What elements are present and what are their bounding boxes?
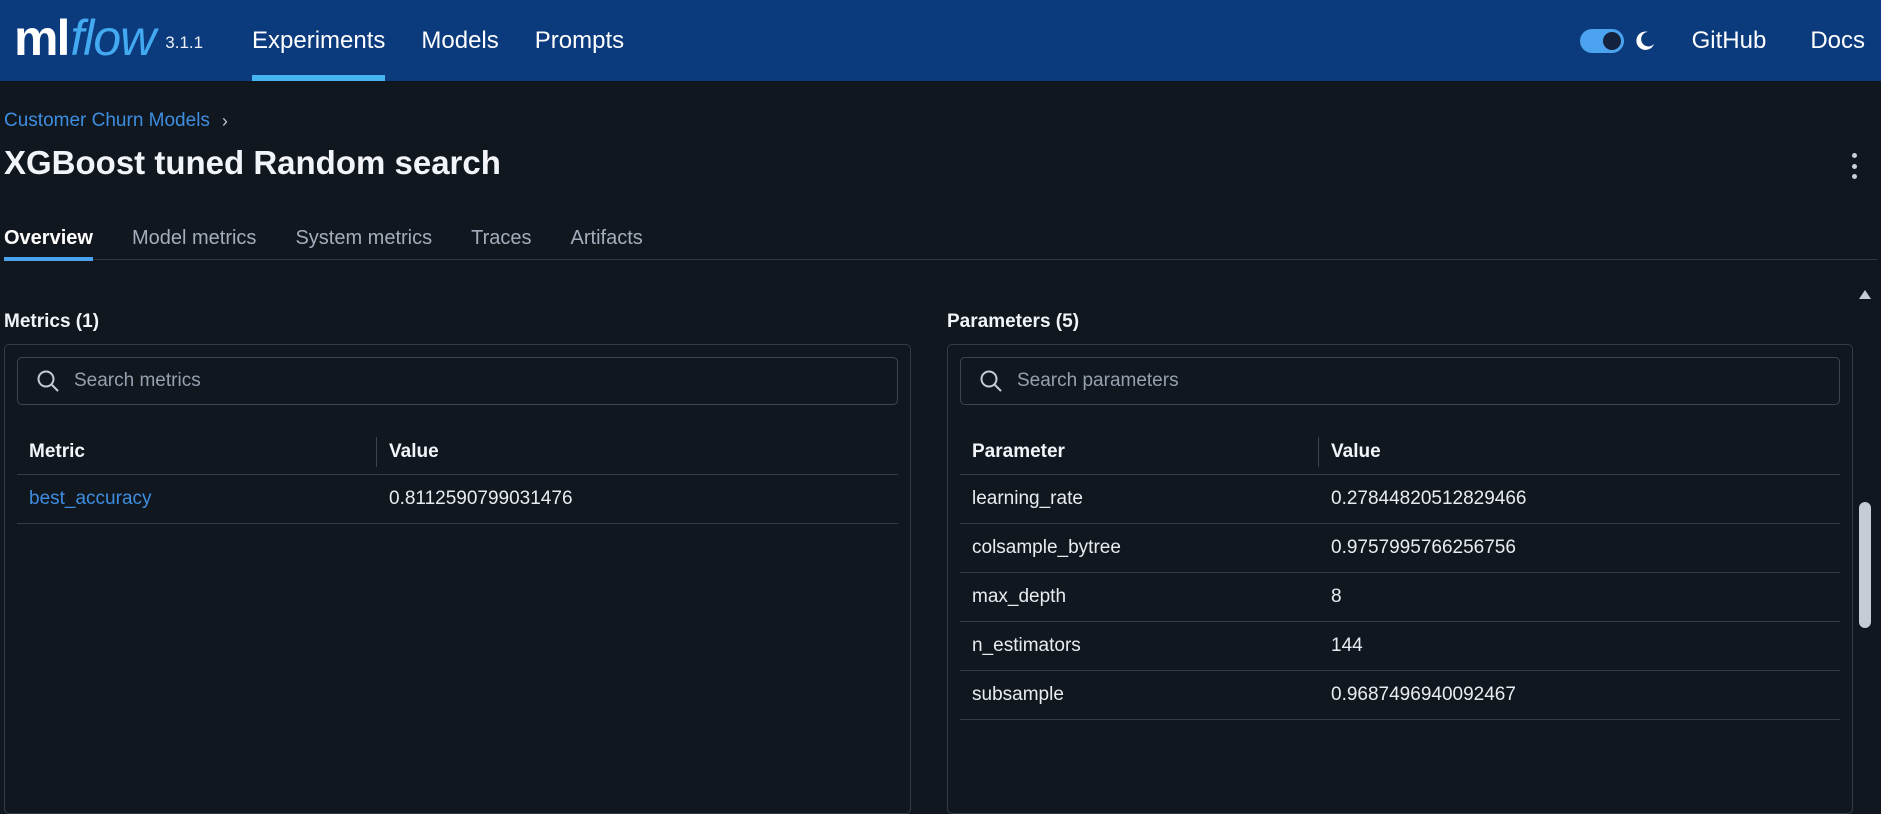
run-tabs: Overview Model metrics System metrics Tr… (4, 220, 1877, 261)
parameter-value: 8 (1331, 586, 1342, 607)
logo-flow-text: flow (70, 10, 156, 66)
breadcrumb: Customer Churn Models › (4, 110, 228, 132)
column-header-parameter[interactable]: Parameter (960, 436, 1319, 467)
tab-traces[interactable]: Traces (471, 220, 531, 260)
search-icon (980, 370, 1002, 392)
nav-models[interactable]: Models (421, 0, 498, 81)
kebab-dot (1851, 163, 1857, 169)
logo-ml-text: ml (14, 10, 70, 66)
metrics-table-header: Metric Value (17, 429, 898, 475)
chevron-right-icon: › (221, 110, 228, 131)
scroll-up-arrow-icon[interactable] (1859, 290, 1871, 299)
column-header-value[interactable]: Value (377, 441, 439, 463)
metrics-table: Metric Value best_accuracy 0.81125907990… (17, 429, 898, 524)
parameters-search-box[interactable] (960, 357, 1840, 405)
table-row: learning_rate 0.27844820512829466 (960, 475, 1840, 524)
mlflow-logo[interactable]: ml flow 3.1.1 (14, 6, 203, 66)
parameters-section-title: Parameters (5) (947, 311, 1080, 332)
more-options-icon[interactable] (1849, 153, 1859, 179)
tab-system-metrics[interactable]: System metrics (295, 220, 432, 260)
parameter-value: 0.27844820512829466 (1331, 488, 1527, 509)
main-nav: Experiments Models Prompts (252, 0, 660, 81)
moon-icon (1635, 31, 1654, 50)
tab-artifacts[interactable]: Artifacts (571, 220, 643, 260)
parameter-name: learning_rate (972, 488, 1083, 509)
metrics-search-input[interactable] (72, 369, 776, 393)
nav-prompts[interactable]: Prompts (535, 0, 624, 81)
app-version: 3.1.1 (165, 33, 204, 52)
tab-model-metrics[interactable]: Model metrics (132, 220, 256, 260)
table-row: max_depth 8 (960, 573, 1840, 622)
top-right-controls: GitHub Docs (1579, 0, 1865, 81)
table-row: n_estimators 144 (960, 622, 1840, 671)
parameters-search-input[interactable] (1015, 369, 1718, 393)
top-navigation-bar: ml flow 3.1.1 Experiments Models Prompts… (0, 0, 1881, 81)
parameters-table: Parameter Value learning_rate 0.27844820… (960, 429, 1840, 720)
parameter-value: 0.9687496940092467 (1331, 684, 1516, 705)
page-title: XGBoost tuned Random search (4, 144, 501, 181)
breadcrumb-experiment-link[interactable]: Customer Churn Models (4, 110, 210, 132)
parameter-name: subsample (972, 684, 1064, 705)
parameter-name: n_estimators (972, 635, 1081, 656)
table-row: colsample_bytree 0.9757995766256756 (960, 524, 1840, 573)
metrics-section-title: Metrics (1) (4, 311, 100, 332)
parameter-value: 0.9757995766256756 (1331, 537, 1516, 558)
nav-experiments[interactable]: Experiments (252, 0, 386, 81)
dark-mode-toggle[interactable] (1579, 28, 1624, 53)
scrollbar-thumb[interactable] (1859, 502, 1871, 628)
metrics-panel: Metric Value best_accuracy 0.81125907990… (4, 344, 911, 814)
kebab-dot (1851, 153, 1857, 158)
github-link[interactable]: GitHub (1692, 27, 1767, 55)
parameter-value: 144 (1331, 635, 1363, 656)
tab-overview[interactable]: Overview (4, 220, 93, 261)
parameter-name: colsample_bytree (972, 537, 1121, 558)
parameters-panel: Parameter Value learning_rate 0.27844820… (947, 344, 1853, 814)
metric-name-link[interactable]: best_accuracy (29, 488, 152, 509)
column-header-metric[interactable]: Metric (17, 436, 377, 467)
kebab-dot (1851, 174, 1857, 179)
parameter-name: max_depth (972, 586, 1067, 607)
column-header-value[interactable]: Value (1319, 441, 1381, 463)
table-row: best_accuracy 0.8112590799031476 (17, 475, 898, 524)
docs-link[interactable]: Docs (1810, 27, 1865, 55)
parameters-table-header: Parameter Value (960, 429, 1840, 475)
search-icon (37, 370, 59, 392)
page-scrollbar[interactable] (1856, 286, 1874, 797)
table-row: subsample 0.9687496940092467 (960, 671, 1840, 720)
metric-value: 0.8112590799031476 (389, 488, 573, 509)
toggle-knob (1602, 31, 1621, 50)
metrics-search-box[interactable] (17, 357, 898, 405)
